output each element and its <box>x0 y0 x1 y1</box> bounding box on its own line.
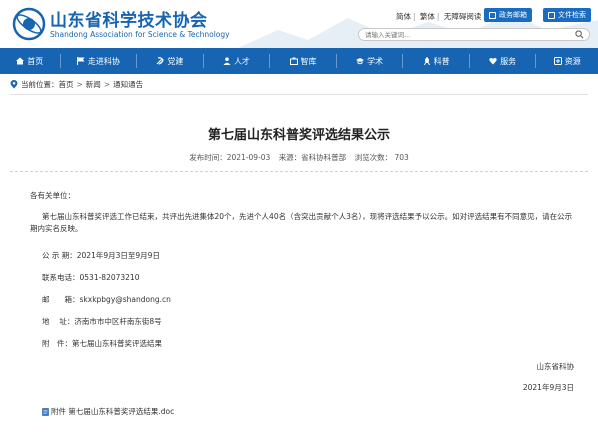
site-name-en: Shandong Association for Science & Techn… <box>50 30 230 39</box>
home-icon <box>16 57 25 65</box>
article-source: 来源：省科协科普部 <box>278 153 347 162</box>
breadcrumb-notices[interactable]: 通知通告 <box>113 79 143 90</box>
link-traditional[interactable]: 繁体 <box>420 12 435 21</box>
signature: 山东省科协 <box>536 362 575 371</box>
attachment-note: 附 件：第七届山东科普奖评选结果 <box>42 339 162 348</box>
heart-icon <box>489 57 497 65</box>
main-nav: 首页 走进科协 党建 人才 智库 学术 科普 服务 资源 <box>0 48 598 74</box>
think-tank-icon <box>289 57 298 65</box>
link-simplified[interactable]: 简体 <box>396 12 411 21</box>
document-icon <box>548 11 555 19</box>
attachment-filename[interactable]: 附件 第七届山东科普奖评选结果.doc <box>51 406 174 417</box>
flag-icon <box>76 57 85 65</box>
party-icon <box>156 57 165 65</box>
contact-address: 地 址：济南市市中区杆南东街8号 <box>42 317 162 326</box>
doc-search-button[interactable]: 文件检索 <box>543 8 591 22</box>
sast-logo-icon[interactable] <box>12 7 46 41</box>
publicity-period: 公 示 期：2021年9月3日至9月9日 <box>42 251 160 260</box>
breadcrumb-home[interactable]: 首页 <box>59 79 74 90</box>
article-greeting: 各有关单位： <box>30 191 75 200</box>
breadcrumb: 当前位置： 首页 > 新闻 > 通知通告 <box>10 79 143 90</box>
contact-phone: 联系电话：0531-82073210 <box>42 273 140 282</box>
site-header: 山东省科学技术协会 Shandong Association for Scien… <box>0 0 598 48</box>
breadcrumb-divider <box>10 94 588 95</box>
people-icon <box>223 57 231 65</box>
nav-home[interactable]: 首页 <box>0 48 60 74</box>
view-count: 浏览次数： 703 <box>354 153 409 162</box>
nav-academic[interactable]: 学术 <box>337 48 403 74</box>
meta-divider <box>10 171 588 172</box>
top-links: 简体 | 繁体 | 无障碍阅读 <box>396 12 482 21</box>
publish-time: 发布时间：2021-09-03 <box>189 153 271 162</box>
nav-think-tank[interactable]: 智库 <box>270 48 336 74</box>
nav-resources[interactable]: 资源 <box>536 48 598 74</box>
article-meta: 发布时间：2021-09-03 来源：省科协科普部 浏览次数： 703 <box>0 152 598 163</box>
doc-file-icon <box>42 407 49 416</box>
resource-icon <box>553 57 562 65</box>
nav-talent[interactable]: 人才 <box>204 48 270 74</box>
mail-icon <box>489 11 496 19</box>
attachment-link[interactable]: 附件 第七届山东科普奖评选结果.doc <box>42 406 174 417</box>
gov-mail-button[interactable]: 政务邮箱 <box>484 8 532 22</box>
search-icon[interactable] <box>575 30 584 39</box>
contact-email: 邮 箱：skxkpbgy@shandong.cn <box>42 295 171 304</box>
nav-party[interactable]: 党建 <box>137 48 203 74</box>
breadcrumb-separator: > <box>76 80 83 89</box>
location-pin-icon <box>10 80 18 89</box>
academic-cap-icon <box>356 58 365 65</box>
link-accessibility[interactable]: 无障碍阅读 <box>444 12 482 21</box>
breadcrumb-separator: > <box>103 80 111 89</box>
search-box <box>358 28 590 41</box>
site-name[interactable]: 山东省科学技术协会 <box>50 6 208 31</box>
breadcrumb-prefix: 当前位置： <box>21 80 59 89</box>
article-body: 第七届山东科普奖评选工作已结束，共评出先进集体20个，先进个人40名（含突出贡献… <box>30 212 573 233</box>
breadcrumb-news[interactable]: 新闻 <box>86 79 101 90</box>
rocket-icon <box>423 57 430 65</box>
signature-date: 2021年9月3日 <box>522 383 574 392</box>
search-input[interactable] <box>365 30 565 40</box>
article-title: 第七届山东科普奖评选结果公示 <box>207 128 390 143</box>
nav-about[interactable]: 走进科协 <box>61 48 137 74</box>
nav-service[interactable]: 服务 <box>470 48 536 74</box>
nav-popular-science[interactable]: 科普 <box>403 48 469 74</box>
